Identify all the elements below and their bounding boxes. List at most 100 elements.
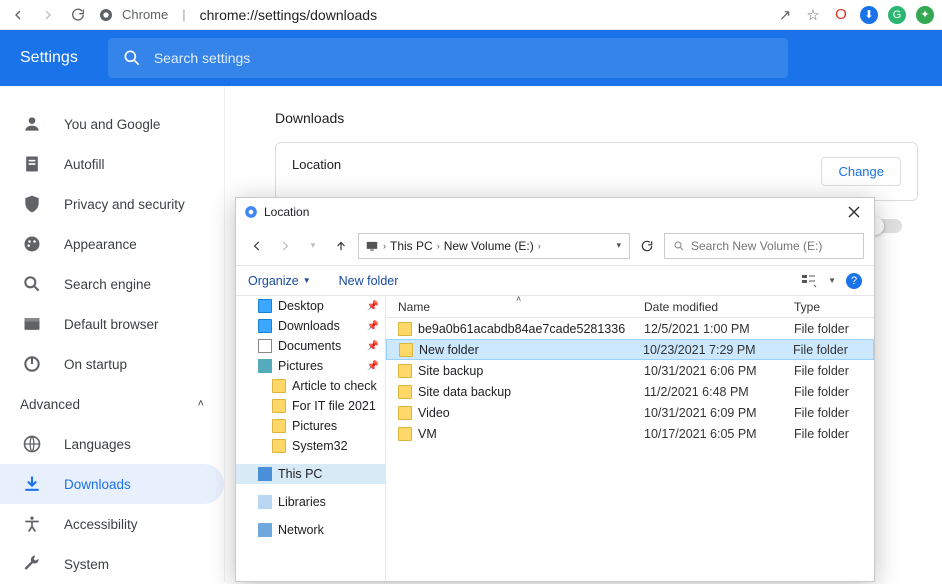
sidebar: You and Google Autofill Privacy and securi… — [0, 86, 225, 582]
tree-item-network[interactable]: Network — [236, 520, 385, 540]
file-date: 10/17/2021 6:05 PM — [644, 427, 794, 441]
download-ext-icon[interactable]: ⬇ — [860, 6, 878, 24]
sidebar-item-search-engine[interactable]: Search engine — [0, 264, 224, 304]
tree-item-article-to-check[interactable]: Article to check — [236, 376, 385, 396]
shield-icon — [22, 194, 42, 214]
breadcrumb[interactable]: › This PC › New Volume (E:) › ▾ — [358, 233, 630, 259]
wrench-icon — [22, 554, 42, 574]
chrome-logo-icon — [98, 7, 114, 23]
col-date[interactable]: Date modified — [644, 300, 794, 314]
tree-item-documents[interactable]: Documents📌 — [236, 336, 385, 356]
search-settings[interactable] — [108, 38, 788, 78]
sidebar-item-label: You and Google — [64, 117, 160, 132]
sidebar-item-languages[interactable]: Languages — [0, 424, 224, 464]
organize-button[interactable]: Organize▼ — [248, 274, 311, 288]
chevron-down-icon[interactable]: ▾ — [616, 240, 621, 251]
tree-item-libraries[interactable]: Libraries — [236, 492, 385, 512]
star-icon[interactable]: ☆ — [804, 6, 822, 24]
puzzle-ext-icon[interactable]: ✦ — [916, 6, 934, 24]
col-name[interactable]: Name — [386, 300, 644, 314]
sidebar-item-on-startup[interactable]: On startup — [0, 344, 224, 384]
tree-item-label: Network — [278, 523, 324, 537]
file-date: 10/23/2021 7:29 PM — [643, 343, 793, 357]
download-icon — [22, 474, 42, 494]
file-row[interactable]: Site data backup11/2/2021 6:48 PMFile fo… — [386, 381, 874, 402]
share-icon[interactable]: ↗ — [776, 6, 794, 24]
section-title: Downloads — [275, 110, 918, 126]
person-icon — [22, 114, 42, 134]
opera-ext-icon[interactable]: O — [832, 6, 850, 24]
tree-item-label: Pictures — [278, 359, 323, 373]
pin-icon: 📌 — [367, 321, 379, 332]
chrome-small-icon — [244, 205, 258, 219]
reload-button[interactable] — [68, 5, 88, 25]
dialog-search[interactable] — [664, 233, 864, 259]
file-row[interactable]: Video10/31/2021 6:09 PMFile folder — [386, 402, 874, 423]
folder-icon — [398, 364, 412, 378]
dialog-search-input[interactable] — [691, 239, 855, 253]
new-folder-button[interactable]: New folder — [339, 274, 399, 288]
omnibox[interactable]: Chrome | chrome://settings/downloads — [98, 7, 766, 23]
file-row[interactable]: be9a0b61acabdb84ae7cade528133612/5/2021 … — [386, 318, 874, 339]
sidebar-item-appearance[interactable]: Appearance — [0, 224, 224, 264]
sidebar-item-default-browser[interactable]: Default browser — [0, 304, 224, 344]
crumb-0[interactable]: This PC — [390, 239, 433, 253]
tree-item-pictures[interactable]: Pictures📌 — [236, 356, 385, 376]
file-type: File folder — [794, 406, 874, 420]
sidebar-item-label: Languages — [64, 437, 131, 452]
chevron-down-icon[interactable]: ▼ — [828, 276, 836, 285]
accessibility-icon — [22, 514, 42, 534]
sidebar-item-privacy-and-security[interactable]: Privacy and security — [0, 184, 224, 224]
col-type[interactable]: Type — [794, 300, 874, 314]
nav-up-button[interactable] — [330, 235, 352, 257]
back-button[interactable] — [8, 5, 28, 25]
file-name: be9a0b61acabdb84ae7cade5281336 — [418, 322, 625, 336]
pc-icon — [365, 239, 379, 253]
sidebar-item-downloads[interactable]: Downloads — [0, 464, 224, 504]
dialog-body: Desktop📌Downloads📌Documents📌Pictures📌Art… — [236, 296, 874, 581]
browser-toolbar: Chrome | chrome://settings/downloads ↗ ☆ O… — [0, 0, 942, 30]
file-type: File folder — [794, 364, 874, 378]
view-options-button[interactable] — [800, 272, 818, 290]
close-icon[interactable] — [842, 200, 866, 224]
file-type: File folder — [794, 385, 874, 399]
file-type: File folder — [794, 427, 874, 441]
search-settings-input[interactable] — [154, 50, 774, 66]
forward-button[interactable] — [38, 5, 58, 25]
change-button[interactable]: Change — [821, 157, 901, 186]
file-type: File folder — [794, 322, 874, 336]
sidebar-advanced-toggle[interactable]: Advanced˄ — [0, 384, 224, 424]
tree-item-this-pc[interactable]: This PC — [236, 464, 385, 484]
tree-item-system32[interactable]: System32 — [236, 436, 385, 456]
help-icon[interactable]: ? — [846, 273, 862, 289]
sidebar-item-system[interactable]: System — [0, 544, 224, 584]
tree-item-downloads[interactable]: Downloads📌 — [236, 316, 385, 336]
nav-back-button[interactable] — [246, 235, 268, 257]
sidebar-item-you-and-google[interactable]: You and Google — [0, 104, 224, 144]
file-row[interactable]: New folder10/23/2021 7:29 PMFile folder — [386, 339, 874, 360]
tree-item-pictures[interactable]: Pictures — [236, 416, 385, 436]
file-row[interactable]: VM 10/17/2021 6:05 PMFile folder — [386, 423, 874, 444]
file-date: 11/2/2021 6:48 PM — [644, 385, 794, 399]
sidebar-item-autofill[interactable]: Autofill — [0, 144, 224, 184]
tree-item-for-it-file-2021[interactable]: For IT file 2021 — [236, 396, 385, 416]
folder-tree: Desktop📌Downloads📌Documents📌Pictures📌Art… — [236, 296, 386, 581]
sidebar-item-accessibility[interactable]: Accessibility — [0, 504, 224, 544]
tree-item-desktop[interactable]: Desktop📌 — [236, 296, 385, 316]
grammarly-ext-icon[interactable]: G — [888, 6, 906, 24]
sidebar-item-label: Autofill — [64, 157, 105, 172]
tree-item-label: For IT file 2021 — [292, 399, 376, 413]
file-name: VM — [418, 427, 437, 441]
nav-recent-button[interactable]: ▾ — [302, 235, 324, 257]
crumb-1[interactable]: New Volume (E:) — [444, 239, 534, 253]
tree-item-label: Desktop — [278, 299, 324, 313]
file-name: Site backup — [418, 364, 483, 378]
dialog-titlebar: Location — [236, 198, 874, 226]
sidebar-item-label: On startup — [64, 357, 127, 372]
file-row[interactable]: Site backup 10/31/2021 6:06 PMFile folder — [386, 360, 874, 381]
power-icon — [22, 354, 42, 374]
file-date: 10/31/2021 6:06 PM — [644, 364, 794, 378]
refresh-button[interactable] — [636, 235, 658, 257]
extension-icons: ↗ ☆ O ⬇ G ✦ — [776, 6, 934, 24]
nav-forward-button[interactable] — [274, 235, 296, 257]
